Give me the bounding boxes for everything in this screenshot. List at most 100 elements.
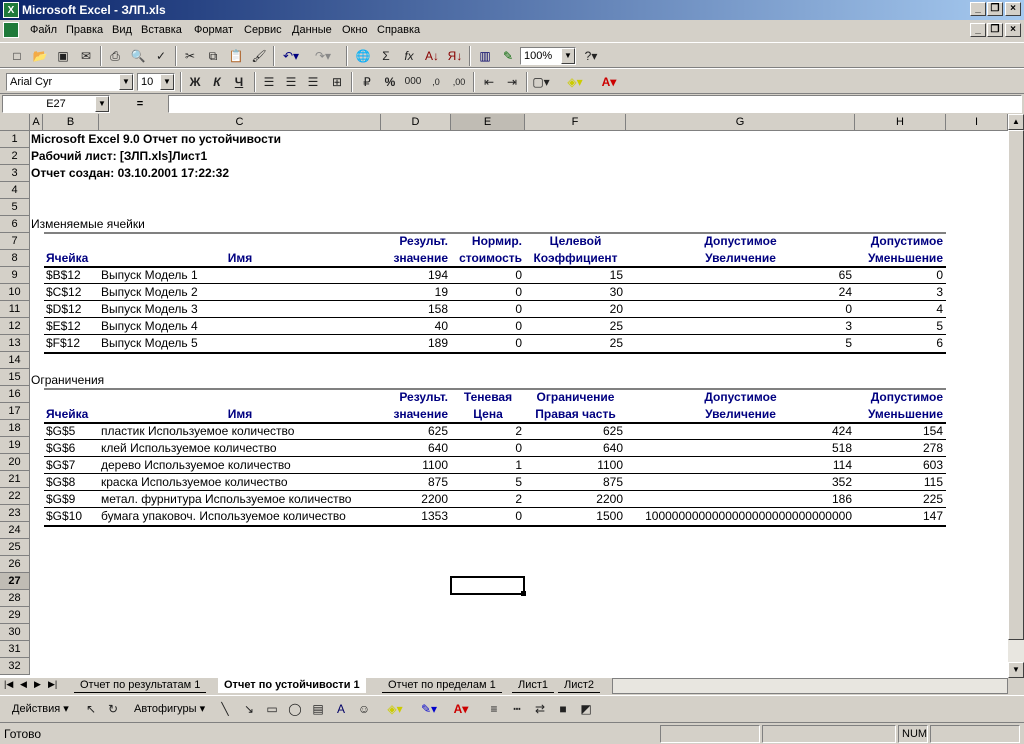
arrow-style-icon[interactable]: ⇄	[529, 699, 551, 719]
excel-icon[interactable]: X	[3, 2, 19, 18]
chevron-down-icon[interactable]: ▼	[119, 74, 133, 90]
email-icon[interactable]: ✉	[75, 46, 97, 66]
maximize-icon[interactable]: ❐	[987, 2, 1003, 16]
row-header[interactable]: 20	[0, 454, 30, 471]
line-icon[interactable]: ╲	[214, 699, 236, 719]
hyperlink-icon[interactable]: 🌐	[352, 46, 374, 66]
actions-menu[interactable]: Действия ▾	[12, 702, 69, 715]
borders-icon[interactable]: ▢▾	[530, 72, 552, 92]
underline-button[interactable]: Ч	[228, 72, 250, 92]
row-header[interactable]: 15	[0, 369, 30, 386]
row-header[interactable]: 2	[0, 148, 30, 165]
align-center-icon[interactable]: ☰	[280, 72, 302, 92]
scroll-up-icon[interactable]: ▲	[1008, 114, 1024, 130]
column-header[interactable]: I	[946, 114, 1008, 131]
row-header[interactable]: 22	[0, 488, 30, 505]
row-header[interactable]: 6	[0, 216, 30, 233]
row-header[interactable]: 12	[0, 318, 30, 335]
row-header[interactable]: 10	[0, 284, 30, 301]
dash-style-icon[interactable]: ┅	[506, 699, 528, 719]
column-header[interactable]: A	[30, 114, 43, 131]
column-header[interactable]: H	[855, 114, 946, 131]
font-combo[interactable]: Arial Cyr ▼	[6, 73, 134, 91]
sort-asc-icon[interactable]: A↓	[421, 46, 443, 66]
spelling-icon[interactable]: ✓	[150, 46, 172, 66]
thousands-button[interactable]: 000	[402, 72, 424, 92]
scroll-thumb[interactable]	[1008, 130, 1024, 640]
row-header[interactable]: 21	[0, 471, 30, 488]
tab-first-icon[interactable]: |◀	[4, 679, 13, 690]
row-header[interactable]: 5	[0, 199, 30, 216]
increase-indent-icon[interactable]: ⇥	[501, 72, 523, 92]
rectangle-icon[interactable]: ▭	[261, 699, 283, 719]
tab-sheet2[interactable]: Лист2	[558, 678, 601, 693]
select-objects-icon[interactable]: ↖	[80, 699, 102, 719]
paste-icon[interactable]: 📋	[225, 46, 247, 66]
row-header[interactable]: 4	[0, 182, 30, 199]
row-header[interactable]: 29	[0, 607, 30, 624]
chevron-down-icon[interactable]: ▼	[561, 48, 575, 64]
percent-button[interactable]: %	[379, 72, 401, 92]
column-header[interactable]: G	[626, 114, 855, 131]
tab-limits[interactable]: Отчет по пределам 1	[382, 678, 502, 693]
currency-icon[interactable]: ₽	[356, 72, 378, 92]
menu-help[interactable]: Справка	[377, 24, 420, 36]
row-header[interactable]: 17	[0, 403, 30, 420]
column-header[interactable]: E	[451, 114, 525, 131]
menu-tools[interactable]: Сервис	[244, 24, 282, 36]
redo-icon[interactable]: ↷▾	[312, 46, 334, 66]
row-header[interactable]: 18	[0, 420, 30, 437]
format-painter-icon[interactable]: 🖌	[248, 46, 270, 66]
wordart-icon[interactable]: A	[330, 699, 352, 719]
merge-center-icon[interactable]: ⊞	[326, 72, 348, 92]
new-icon[interactable]: □	[6, 46, 28, 66]
active-cell-selection[interactable]	[450, 576, 525, 595]
column-header[interactable]: D	[381, 114, 451, 131]
open-icon[interactable]: 📂	[29, 46, 51, 66]
preview-icon[interactable]: 🔍	[127, 46, 149, 66]
row-header[interactable]: 26	[0, 556, 30, 573]
scroll-down-icon[interactable]: ▼	[1008, 662, 1024, 678]
clipart-icon[interactable]: ☺	[353, 699, 375, 719]
row-header[interactable]: 28	[0, 590, 30, 607]
menu-view[interactable]: Вид	[112, 24, 132, 36]
menu-format[interactable]: Формат	[194, 24, 233, 36]
autoshapes-menu[interactable]: Автофигуры ▾	[134, 702, 205, 715]
name-box[interactable]: E27 ▼	[2, 95, 110, 113]
autosum-icon[interactable]: Σ	[375, 46, 397, 66]
font-color-icon[interactable]: A▾	[450, 699, 472, 719]
drawing-icon[interactable]: ✎	[497, 46, 519, 66]
horizontal-scrollbar[interactable]	[612, 678, 1008, 694]
doc-close-icon[interactable]: ×	[1005, 23, 1021, 37]
formula-input[interactable]	[168, 95, 1022, 113]
free-rotate-icon[interactable]: ↻	[102, 699, 124, 719]
doc-minimize-icon[interactable]: _	[970, 23, 986, 37]
fill-handle[interactable]	[521, 591, 526, 596]
align-left-icon[interactable]: ☰	[258, 72, 280, 92]
print-icon[interactable]: ⎙	[104, 46, 126, 66]
oval-icon[interactable]: ◯	[284, 699, 306, 719]
row-header[interactable]: 32	[0, 658, 30, 675]
chevron-down-icon[interactable]: ▼	[160, 74, 174, 90]
line-color-icon[interactable]: ✎▾	[418, 699, 440, 719]
menu-edit[interactable]: Правка	[66, 24, 103, 36]
font-color-icon[interactable]: A▾	[598, 72, 620, 92]
save-icon[interactable]: ▣	[52, 46, 74, 66]
line-style-icon[interactable]: ≡	[483, 699, 505, 719]
row-header[interactable]: 11	[0, 301, 30, 318]
function-icon[interactable]: fx	[398, 46, 420, 66]
bold-button[interactable]: Ж	[184, 72, 206, 92]
textbox-icon[interactable]: ▤	[307, 699, 329, 719]
row-header[interactable]: 23	[0, 505, 30, 522]
row-header[interactable]: 8	[0, 250, 30, 267]
equals-sign[interactable]: =	[112, 95, 168, 113]
minimize-icon[interactable]: _	[970, 2, 986, 16]
row-header[interactable]: 3	[0, 165, 30, 182]
row-header[interactable]: 14	[0, 352, 30, 369]
doc-restore-icon[interactable]: ❐	[987, 23, 1003, 37]
zoom-combo[interactable]: 100% ▼	[520, 47, 576, 65]
increase-decimal-button[interactable]: ,0	[425, 72, 447, 92]
row-header[interactable]: 25	[0, 539, 30, 556]
chart-wizard-icon[interactable]: ▥	[474, 46, 496, 66]
font-size-combo[interactable]: 10 ▼	[137, 73, 175, 91]
